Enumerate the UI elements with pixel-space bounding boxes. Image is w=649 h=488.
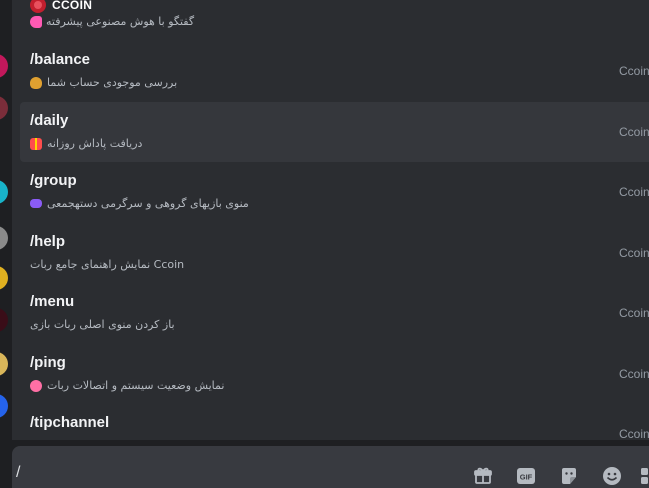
command-option-help[interactable]: /help نمایش راهنمای جامع ربات Ccoin Ccoi…	[20, 223, 649, 283]
gift-emoji-icon	[30, 137, 42, 150]
bot-section-header: CCOIN	[30, 0, 92, 16]
command-name: /ping	[30, 354, 66, 371]
command-description-row: نمایش وضعیت سیستم و اتصالات ربات	[30, 379, 224, 392]
previous-command-description[interactable]: گفتگو با هوش مصنوعی پیشرفته	[30, 15, 194, 28]
server-icon[interactable]	[0, 266, 8, 290]
server-icon[interactable]	[0, 308, 8, 332]
message-input-field[interactable]	[12, 446, 649, 488]
command-source: Ccoin	[619, 427, 649, 440]
command-description: نمایش وضعیت سیستم و اتصالات ربات	[47, 379, 225, 392]
command-autocomplete-popup: CCOIN گفتگو با هوش مصنوعی پیشرفته /balan…	[12, 0, 649, 440]
gamepad-emoji-icon	[30, 199, 42, 208]
command-description-row: بررسی موجودی حساب شما	[30, 76, 177, 89]
command-description: گفتگو با هوش مصنوعی پیشرفته	[46, 15, 195, 28]
command-source: Ccoin	[619, 246, 649, 260]
svg-text:GIF: GIF	[520, 473, 533, 482]
command-name: /balance	[30, 51, 91, 68]
server-icon[interactable]	[0, 226, 8, 250]
money-bag-emoji-icon	[30, 76, 42, 89]
candy-emoji-icon	[30, 379, 42, 392]
command-description: منوی بازیهای گروهی و سرگرمی دستهجمعی	[47, 197, 249, 210]
command-description-row: نمایش راهنمای جامع ربات Ccoin	[30, 258, 184, 271]
sticker-icon[interactable]	[559, 466, 579, 486]
command-option-group[interactable]: /group منوی بازیهای گروهی و سرگرمی دستهج…	[20, 162, 649, 222]
message-input-bar: / GIF	[0, 440, 649, 488]
command-source: Ccoin	[619, 306, 649, 320]
command-description: نمایش راهنمای جامع ربات Ccoin	[30, 258, 185, 271]
message-input-text[interactable]: /	[16, 464, 20, 482]
command-source: Ccoin	[619, 125, 649, 139]
emoji-icon[interactable]	[602, 466, 622, 486]
command-source: Ccoin	[619, 185, 649, 199]
gif-icon[interactable]: GIF	[516, 466, 536, 486]
command-option-tipchannel[interactable]: /tipchannel Ccoin	[20, 404, 649, 440]
command-description: باز کردن منوی اصلی ربات بازی	[30, 318, 175, 331]
server-icon[interactable]	[0, 394, 8, 418]
command-option-balance[interactable]: /balance بررسی موجودی حساب شما Ccoin	[20, 41, 649, 101]
gift-icon[interactable]	[473, 466, 493, 486]
command-option-menu[interactable]: /menu باز کردن منوی اصلی ربات بازی Ccoin	[20, 283, 649, 343]
server-icon[interactable]	[0, 352, 8, 376]
command-name: /help	[30, 233, 66, 250]
server-icon[interactable]	[0, 96, 8, 120]
command-source: Ccoin	[619, 367, 649, 381]
command-name: /daily	[30, 112, 69, 129]
server-icon[interactable]	[0, 54, 8, 78]
command-source: Ccoin	[619, 64, 649, 78]
command-description-row: دریافت پاداش روزانه	[30, 137, 142, 150]
ccoin-logo-icon	[30, 0, 46, 13]
command-description: بررسی موجودی حساب شما	[47, 76, 178, 89]
command-name: /menu	[30, 293, 75, 310]
command-name: /group	[30, 172, 77, 189]
command-option-ping[interactable]: /ping نمایش وضعیت سیستم و اتصالات ربات C…	[20, 344, 649, 404]
command-description: دریافت پاداش روزانه	[47, 137, 143, 150]
bot-name: CCOIN	[52, 0, 93, 12]
command-description-row: باز کردن منوی اصلی ربات بازی	[30, 318, 175, 331]
server-rail	[0, 0, 12, 440]
command-description-row: منوی بازیهای گروهی و سرگرمی دستهجمعی	[30, 197, 249, 210]
command-name: /tipchannel	[30, 414, 110, 431]
server-icon[interactable]	[0, 180, 8, 204]
command-option-daily[interactable]: /daily دریافت پاداش روزانه Ccoin	[20, 102, 649, 162]
hand-emoji-icon	[30, 15, 42, 28]
apps-icon[interactable]	[640, 466, 649, 486]
